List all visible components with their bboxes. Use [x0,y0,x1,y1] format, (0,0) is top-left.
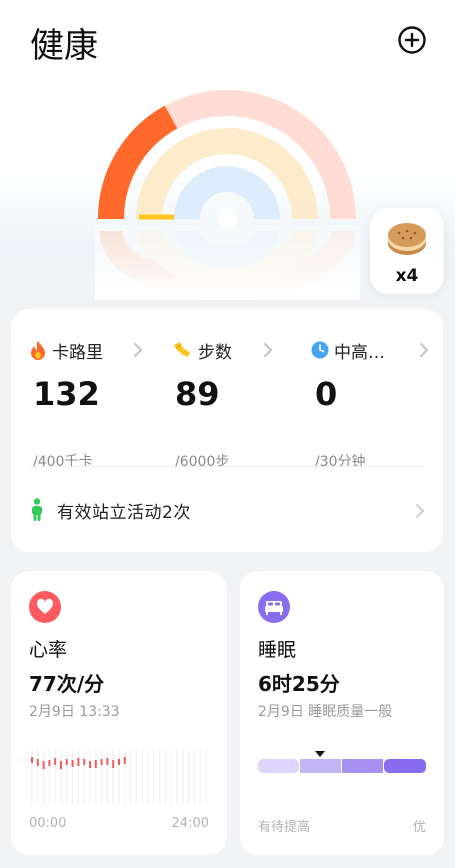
metric-label: 步数 [198,342,232,363]
sleep-value: 6时25分 [258,672,340,696]
sleep-quality-bar [258,751,426,773]
standing-person-icon [32,498,42,521]
metric-steps[interactable]: 步数 89 /6000步 [171,339,301,470]
chart-mark [77,758,80,766]
chart-mark [54,758,57,765]
activity-rings[interactable] [95,85,360,300]
chart-mark [123,757,126,764]
heart-rate-axis-end: 24:00 [171,816,209,831]
chart-mark [83,759,86,765]
metric-goal: /30分钟 [315,454,366,470]
bed-icon [258,591,290,623]
reward-card[interactable]: x4 [370,208,444,294]
activity-card[interactable]: 卡路里 132 /400千卡 步数 89 /6000步 中高… 0 /30分钟 … [11,309,443,552]
chart-mark [31,757,33,763]
chart-mark [65,759,68,765]
reward-count: x4 [395,266,419,286]
chart-mark [60,761,62,769]
chevron-right-icon [420,343,429,357]
chart-mark [100,759,103,765]
cookie-icon [388,223,426,255]
metric-goal: /400千卡 [33,454,93,470]
chart-mark [48,760,51,766]
clock-icon [311,341,329,359]
metric-value: 0 [315,375,338,413]
sleep-quality-marker [315,751,325,757]
metric-value: 132 [33,375,100,413]
metric-calories[interactable]: 卡路里 132 /400千卡 [29,339,159,470]
shoe-icon [174,342,190,357]
stand-activity-row[interactable]: 有效站立活动2次 [29,495,429,525]
sleep-title: 睡眠 [258,639,297,661]
heart-rate-mini-chart [31,749,207,805]
sleep-date: 2月9日 睡眠质量一般 [258,704,393,720]
chart-mark [106,758,109,765]
chevron-right-icon [264,343,273,357]
plus-circle-icon[interactable] [397,25,427,55]
metric-goal: /6000步 [175,454,230,470]
chart-mark [36,759,39,766]
sleep-scale-high: 优 [412,820,426,835]
sleep-segment-3 [342,759,383,773]
chart-mark [71,760,74,767]
metric-value: 89 [175,375,220,413]
sleep-segment-1 [258,759,299,773]
heart-rate-title: 心率 [29,639,68,661]
chart-mark [42,761,45,769]
metric-label: 卡路里 [52,342,103,363]
chevron-right-icon [134,343,143,357]
sleep-scale-low: 有待提高 [258,820,311,835]
chevron-right-icon [416,504,425,518]
heart-rate-date: 2月9日 13:33 [29,704,120,720]
metric-label: 中高… [334,342,385,363]
chart-mark [94,760,97,768]
flame-icon [31,341,45,360]
sleep-segment-4 [384,759,426,773]
chart-mark [118,759,120,765]
heart-icon [29,591,61,623]
divider [29,466,425,467]
chart-mark [89,761,91,768]
sleep-segment-2 [300,759,341,773]
metric-exercise[interactable]: 中高… 0 /30分钟 [311,339,441,470]
heart-rate-axis-start: 00:00 [29,816,67,831]
page-title: 健康 [30,26,98,66]
chart-mark [112,760,115,768]
stand-activity-label: 有效站立活动2次 [57,502,191,523]
heart-rate-value: 77次/分 [29,672,105,696]
sleep-card[interactable]: 睡眠 6时25分 2月9日 睡眠质量一般 有待提高 优 [240,571,444,855]
heart-rate-card[interactable]: 心率 77次/分 2月9日 13:33 00:00 24:00 [11,571,227,855]
